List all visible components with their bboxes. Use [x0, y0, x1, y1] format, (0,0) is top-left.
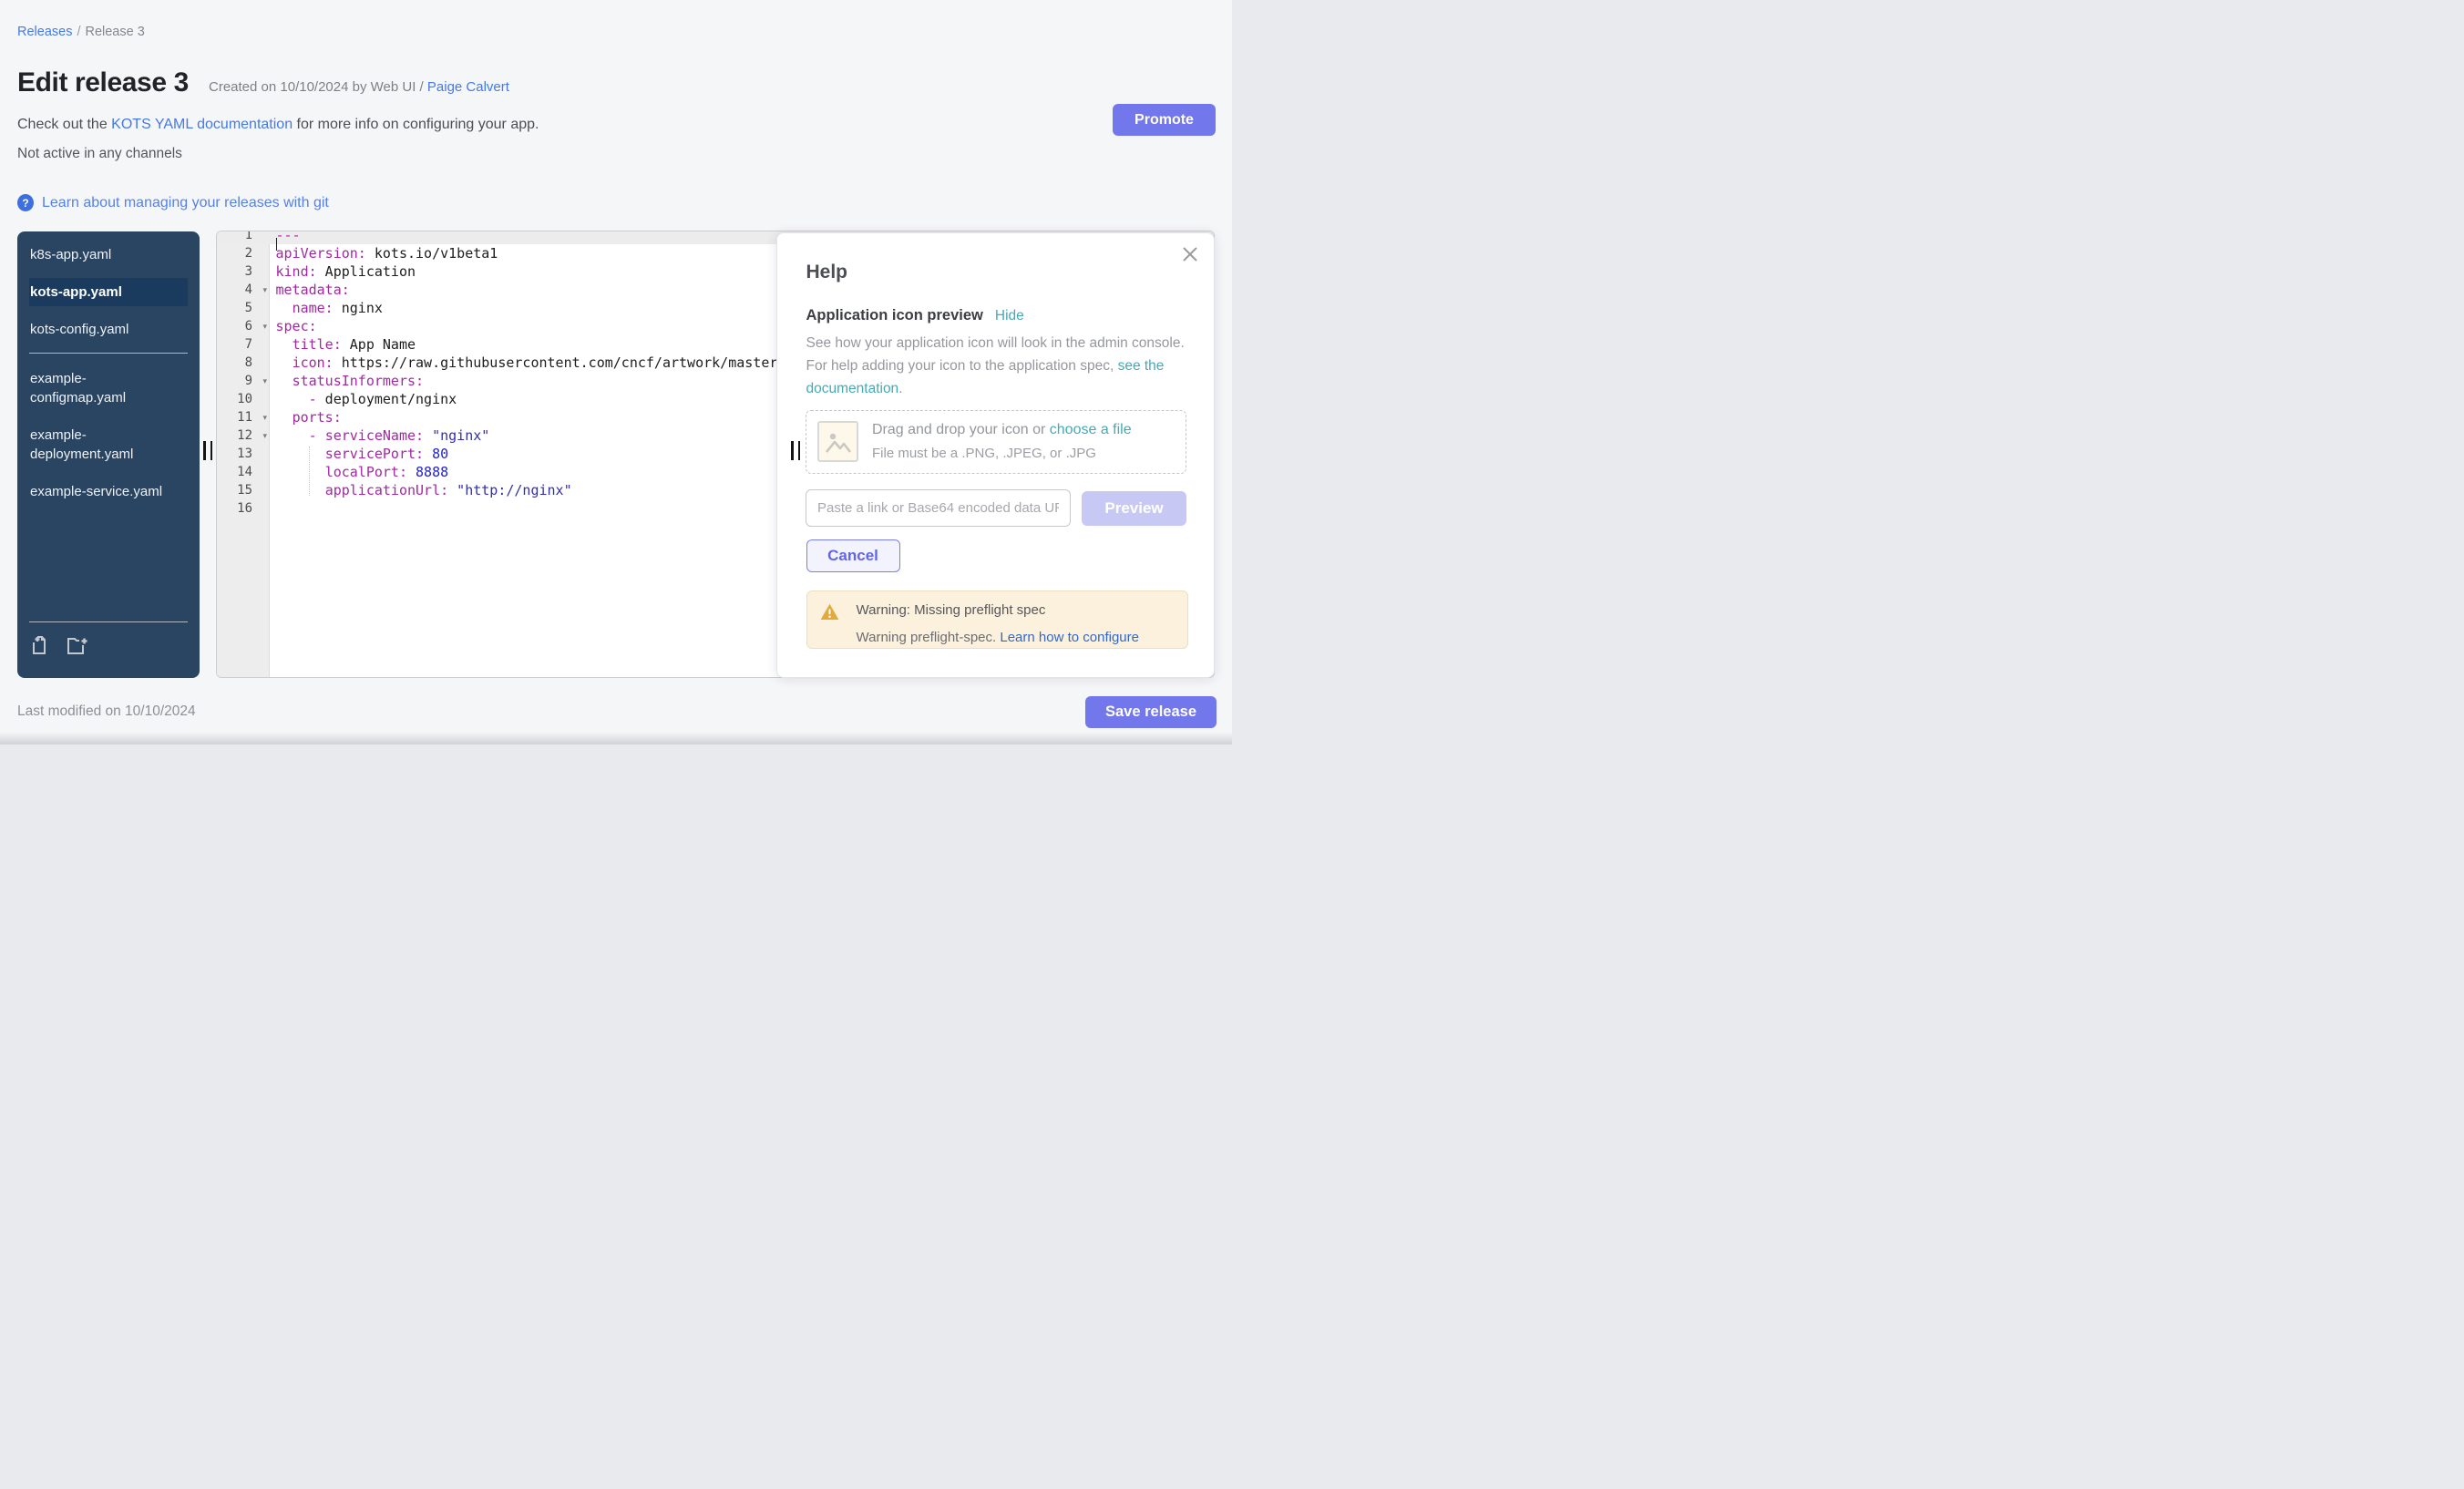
last-modified: Last modified on 10/10/2024	[17, 703, 196, 720]
git-help-row[interactable]: ? Learn about managing your releases wit…	[17, 194, 329, 211]
line-number: 5	[217, 299, 271, 317]
docs-info: Check out the KOTS YAML documentation fo…	[17, 117, 539, 133]
new-folder-icon[interactable]	[66, 634, 87, 656]
image-placeholder-icon	[817, 421, 858, 462]
line-number: 3	[217, 262, 271, 281]
cancel-button[interactable]: Cancel	[806, 539, 900, 572]
line-number: 10	[217, 390, 271, 408]
release-editor-page: Releases / Release 3 Edit release 3 Create…	[0, 0, 1232, 744]
warning-detail: Warning preflight-spec. Learn how to con…	[857, 630, 1139, 645]
fold-arrow-icon[interactable]: ▾	[262, 317, 267, 335]
line-number: 11	[217, 408, 271, 426]
help-resize-handle[interactable]	[791, 441, 800, 460]
line-number: 14	[217, 463, 271, 481]
sidebar-file-kots-config.yaml[interactable]: kots-config.yaml	[29, 315, 188, 344]
warning-icon	[820, 603, 839, 625]
text-cursor	[276, 238, 278, 251]
line-number: 7	[217, 335, 271, 354]
dropzone-text: Drag and drop your icon or choose a file	[872, 422, 1132, 438]
breadcrumb-releases-link[interactable]: Releases	[17, 25, 72, 39]
fold-arrow-icon[interactable]: ▾	[262, 426, 267, 445]
icon-dropzone[interactable]: Drag and drop your icon or choose a file…	[806, 410, 1186, 474]
sidebar-footer	[17, 621, 200, 678]
file-sidebar: k8s-app.yaml kots-app.yaml kots-config.yam…	[17, 231, 200, 678]
channel-status: Not active in any channels	[17, 146, 182, 162]
indent-guide	[309, 447, 310, 496]
icon-preview-description: See how your application icon will look …	[806, 332, 1191, 400]
breadcrumb-current: Release 3	[85, 25, 144, 39]
icon-url-input[interactable]	[806, 489, 1071, 527]
icon-preview-title: Application icon preview	[806, 307, 983, 324]
git-help-link[interactable]: Learn about managing your releases with …	[42, 195, 329, 211]
line-number: 6	[217, 317, 271, 335]
kots-yaml-docs-link[interactable]: KOTS YAML documentation	[111, 117, 293, 132]
preview-button[interactable]: Preview	[1082, 491, 1186, 526]
sidebar-file-k8s-app.yaml[interactable]: k8s-app.yaml	[29, 241, 188, 269]
fold-arrow-icon[interactable]: ▾	[262, 408, 267, 426]
created-text: Created on 10/10/2024 by Web UI /	[209, 79, 427, 95]
save-release-button[interactable]: Save release	[1085, 696, 1217, 728]
sidebar-file-example-configmap.yaml[interactable]: example-configmap.yaml	[29, 365, 188, 412]
choose-file-link[interactable]: choose a file	[1050, 422, 1132, 437]
sidebar-file-kots-app.yaml[interactable]: kots-app.yaml	[29, 278, 188, 306]
line-number: 8	[217, 354, 271, 372]
learn-configure-link[interactable]: Learn how to configure	[1000, 630, 1139, 645]
breadcrumb: Releases / Release 3	[17, 25, 145, 39]
promote-button[interactable]: Promote	[1113, 104, 1216, 136]
sidebar-file-example-service.yaml[interactable]: example-service.yaml	[29, 478, 188, 506]
line-number: 16	[217, 499, 271, 518]
help-title: Help	[806, 262, 848, 283]
dropzone-text-prefix: Drag and drop your icon or	[872, 422, 1050, 437]
line-number: 12	[217, 426, 271, 445]
docs-suffix: for more info on configuring your app.	[293, 117, 539, 132]
warning-title: Warning: Missing preflight spec	[857, 602, 1046, 618]
page-title: Edit release 3	[17, 67, 189, 98]
author-link[interactable]: Paige Calvert	[427, 79, 509, 95]
question-icon: ?	[17, 194, 34, 211]
docs-prefix: Check out the	[17, 117, 111, 132]
line-number: 1	[217, 231, 271, 244]
workspace: k8s-app.yaml kots-app.yaml kots-config.yam…	[17, 231, 1216, 679]
sidebar-resize-handle[interactable]	[203, 441, 212, 460]
line-number: 15	[217, 481, 271, 499]
file-list: k8s-app.yaml kots-app.yaml kots-config.yam…	[17, 241, 200, 506]
fold-arrow-icon[interactable]: ▾	[262, 281, 267, 299]
preflight-warning-box: Warning: Missing preflight spec Warning …	[806, 590, 1188, 649]
line-number: 13	[217, 445, 271, 463]
breadcrumb-separator: /	[77, 25, 80, 39]
fold-arrow-icon[interactable]: ▾	[262, 372, 267, 390]
close-icon[interactable]	[1180, 244, 1200, 264]
line-number: 9	[217, 372, 271, 390]
line-number: 2	[217, 244, 271, 262]
description-period: .	[898, 381, 902, 396]
dropzone-hint: File must be a .PNG, .JPEG, or .JPG	[872, 446, 1096, 461]
created-info: Created on 10/10/2024 by Web UI / Paige …	[209, 79, 509, 95]
sidebar-footer-divider	[29, 621, 188, 622]
help-panel: Help Application icon preview Hide See h…	[776, 232, 1215, 678]
file-group-divider	[29, 353, 188, 354]
sidebar-file-example-deployment.yaml[interactable]: example-deployment.yaml	[29, 421, 188, 468]
line-number: 4	[217, 281, 271, 299]
bottom-fade	[0, 732, 1232, 744]
new-file-icon[interactable]	[29, 634, 51, 656]
warning-text: Warning preflight-spec.	[857, 630, 1001, 645]
hide-link[interactable]: Hide	[995, 308, 1024, 324]
